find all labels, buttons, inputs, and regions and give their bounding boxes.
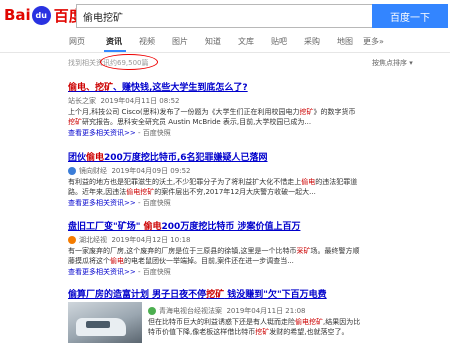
result-meta: 湖北经视 2019年04月12日 10:18 <box>68 235 388 245</box>
red-circle-annotation <box>100 54 158 70</box>
source-icon <box>68 167 76 175</box>
title-text: 偷算厂房的造富计划 男子日夜不停 <box>68 290 207 300</box>
snippet-highlight: 挖矿 <box>299 108 314 116</box>
snippet-text: 场。最终警方顺 <box>310 247 360 255</box>
snapshot-link[interactable]: 百度快照 <box>143 268 171 276</box>
result-meta: 镜向财经 2019年04月09日 09:52 <box>68 166 388 176</box>
snippet-text: ,结果因为比 <box>323 318 361 326</box>
result-source: 青海电视台经视法案 <box>159 307 222 315</box>
snippet-text: 路。近年来,因违法 <box>68 188 127 196</box>
snippet-highlight: 偷电挖矿 <box>126 188 155 196</box>
snippet-text: 的违法犯罪道 <box>315 178 358 186</box>
result-source: 站长之家 <box>68 97 96 105</box>
tab-video[interactable]: 视频 <box>139 36 155 47</box>
result-links: 查看更多相关资讯>> - 百度快照 <box>68 129 171 137</box>
tab-web[interactable]: 网页 <box>69 36 85 47</box>
snippet-text: 特币价值下降,像老板这样借比特币 <box>148 328 256 336</box>
title-highlight: 偷电 <box>143 222 162 232</box>
title-text: 200万度挖比特币,6名犯罪嫌疑人已落网 <box>104 153 268 163</box>
result-item-body: 青海电视台经视法案 2019年04月11日 21:08 但在比特币巨大的利益诱惑… <box>148 304 388 337</box>
snippet-text: 但在比特币巨大的利益诱惑下还是有人铤而走险 <box>148 318 295 326</box>
car-window <box>86 321 110 328</box>
snippet-text: 的电老鼠团伙一举端掉。目前,案件还在进一步调查当... <box>124 257 294 265</box>
snippet-highlight: 挖矿 <box>68 118 82 126</box>
sort-dropdown[interactable]: 按焦点排序 ▾ <box>372 58 413 68</box>
tab-tieba[interactable]: 贴吧 <box>271 36 287 47</box>
result-item: 团伙偷电200万度挖比特币,6名犯罪嫌疑人已落网 镜向财经 2019年04月09… <box>68 153 388 208</box>
chevron-down-icon: ▾ <box>409 59 413 67</box>
result-time: 2019年04月11日 21:08 <box>226 307 306 315</box>
search-tabs: 网页 资讯 视频 图片 知道 文库 贴吧 采购 地图 更多» <box>0 33 450 53</box>
result-title[interactable]: 偷电、挖矿、赚快钱,这些大学生到底怎么了? <box>68 83 388 94</box>
logo-text-bai: Bai <box>4 6 31 24</box>
snippet-highlight: 偷电 <box>110 257 124 265</box>
tab-news[interactable]: 资讯 <box>106 36 122 47</box>
result-item: 盘旧工厂变"矿场" 偷电200万度挖比特币 涉案价值上百万 湖北经视 2019年… <box>68 222 388 277</box>
snippet-highlight: 挖矿 <box>255 328 270 336</box>
result-source: 镜向财经 <box>79 167 107 175</box>
result-snippet: 但在比特币巨大的利益诱惑下还是有人铤而走险偷电挖矿,结果因为比特币价值下降,像老… <box>148 317 388 337</box>
result-title[interactable]: 盘旧工厂变"矿场" 偷电200万度挖比特币 涉案价值上百万 <box>68 222 388 233</box>
result-source: 湖北经视 <box>79 236 107 244</box>
title-text: 团伙 <box>68 153 87 163</box>
search-input[interactable] <box>77 5 372 27</box>
snippet-text: 研究报告。思科安全研究员 Austin McBride 表示,目前,大学校园已成… <box>82 118 312 126</box>
result-links: 查看更多相关资讯>> - 百度快照 <box>68 268 171 276</box>
result-time: 2019年04月09日 09:52 <box>111 167 191 175</box>
result-snippet: 有一家废弃的厂房,这个废弃的厂房是位于三原县的徐镇,这里是一个比特币采矿场。最终… <box>68 246 388 266</box>
logo-paw-text: du <box>35 10 47 20</box>
snippet-text: 发财的希望,也就落空了。 <box>269 328 349 336</box>
snapshot-link[interactable]: 百度快照 <box>143 129 171 137</box>
title-highlight: 偷电 <box>86 153 105 163</box>
result-time: 2019年04月11日 08:52 <box>100 97 180 105</box>
snippet-text: 藤摸瓜将这个 <box>68 257 110 265</box>
more-news-link[interactable]: 查看更多相关资讯>> <box>68 268 136 276</box>
snippet-text: 有一家废弃的厂房,这个废弃的厂房是位于三原县的徐镇,这里是一个比特币 <box>68 247 297 255</box>
result-title[interactable]: 偷算厂房的造富计划 男子日夜不停挖矿 钱没赚到"欠"下百万电费 <box>68 290 388 301</box>
source-icon <box>148 307 156 315</box>
result-links: 查看更多相关资讯>> - 百度快照 <box>68 199 171 207</box>
result-meta: 站长之家 2019年04月11日 08:52 <box>68 96 388 106</box>
tab-images[interactable]: 图片 <box>172 36 188 47</box>
tab-map[interactable]: 地图 <box>337 36 353 47</box>
result-time: 2019年04月12日 10:18 <box>111 236 191 244</box>
snippet-text: 上个月,科技公司 Cisco(思科)发布了一份题为《大学生们正在利用校园电力 <box>68 108 300 116</box>
title-highlight: 偷电、挖矿 <box>68 83 114 93</box>
snapshot-link[interactable]: 百度快照 <box>143 199 171 207</box>
snippet-text: 有利益的地方也是犯罪滋生的沃土,不少犯罪分子为了将利益扩大化不惜走上 <box>68 178 302 186</box>
sort-label: 按焦点排序 <box>372 59 407 67</box>
active-tab-indicator <box>104 50 126 52</box>
snippet-highlight: 偷电 <box>301 178 316 186</box>
result-item: 偷算厂房的造富计划 男子日夜不停挖矿 钱没赚到"欠"下百万电费 <box>68 290 388 301</box>
title-text: 、赚快钱,这些大学生到底怎么了? <box>113 83 248 93</box>
baidu-logo[interactable]: Bai du 百度 <box>4 4 84 26</box>
search-box <box>76 4 372 28</box>
snippet-text: 》的数字货币 <box>313 108 356 116</box>
title-text: 盘旧工厂变"矿场" <box>68 222 144 232</box>
more-news-link[interactable]: 查看更多相关资讯>> <box>68 199 136 207</box>
more-news-link[interactable]: 查看更多相关资讯>> <box>68 129 136 137</box>
result-snippet: 上个月,科技公司 Cisco(思科)发布了一份题为《大学生们正在利用校园电力挖矿… <box>68 107 388 127</box>
title-highlight: 挖矿 <box>206 290 225 300</box>
result-thumbnail[interactable] <box>68 302 142 343</box>
snippet-highlight: 偷电挖矿 <box>295 318 323 326</box>
snippet-text: 的案件层出不穷,2017年12月大庆警方收破一起大... <box>154 188 316 196</box>
result-item: 偷电、挖矿、赚快钱,这些大学生到底怎么了? 站长之家 2019年04月11日 0… <box>68 83 388 138</box>
tab-zhidao[interactable]: 知道 <box>205 36 221 47</box>
tab-more[interactable]: 更多» <box>363 36 384 47</box>
paw-icon: du <box>31 5 51 25</box>
snippet-highlight: 采矿 <box>296 247 311 255</box>
tab-wenku[interactable]: 文库 <box>238 36 254 47</box>
title-text: 200万度挖比特币 涉案价值上百万 <box>161 222 301 232</box>
search-button[interactable]: 百度一下 <box>372 4 448 28</box>
result-title[interactable]: 团伙偷电200万度挖比特币,6名犯罪嫌疑人已落网 <box>68 153 388 164</box>
title-text: 钱没赚到"欠"下百万电费 <box>224 290 327 300</box>
tab-caigou[interactable]: 采购 <box>304 36 320 47</box>
result-snippet: 有利益的地方也是犯罪滋生的沃土,不少犯罪分子为了将利益扩大化不惜走上偷电的违法犯… <box>68 177 388 197</box>
source-icon <box>68 236 76 244</box>
result-meta: 青海电视台经视法案 2019年04月11日 21:08 <box>148 306 388 316</box>
